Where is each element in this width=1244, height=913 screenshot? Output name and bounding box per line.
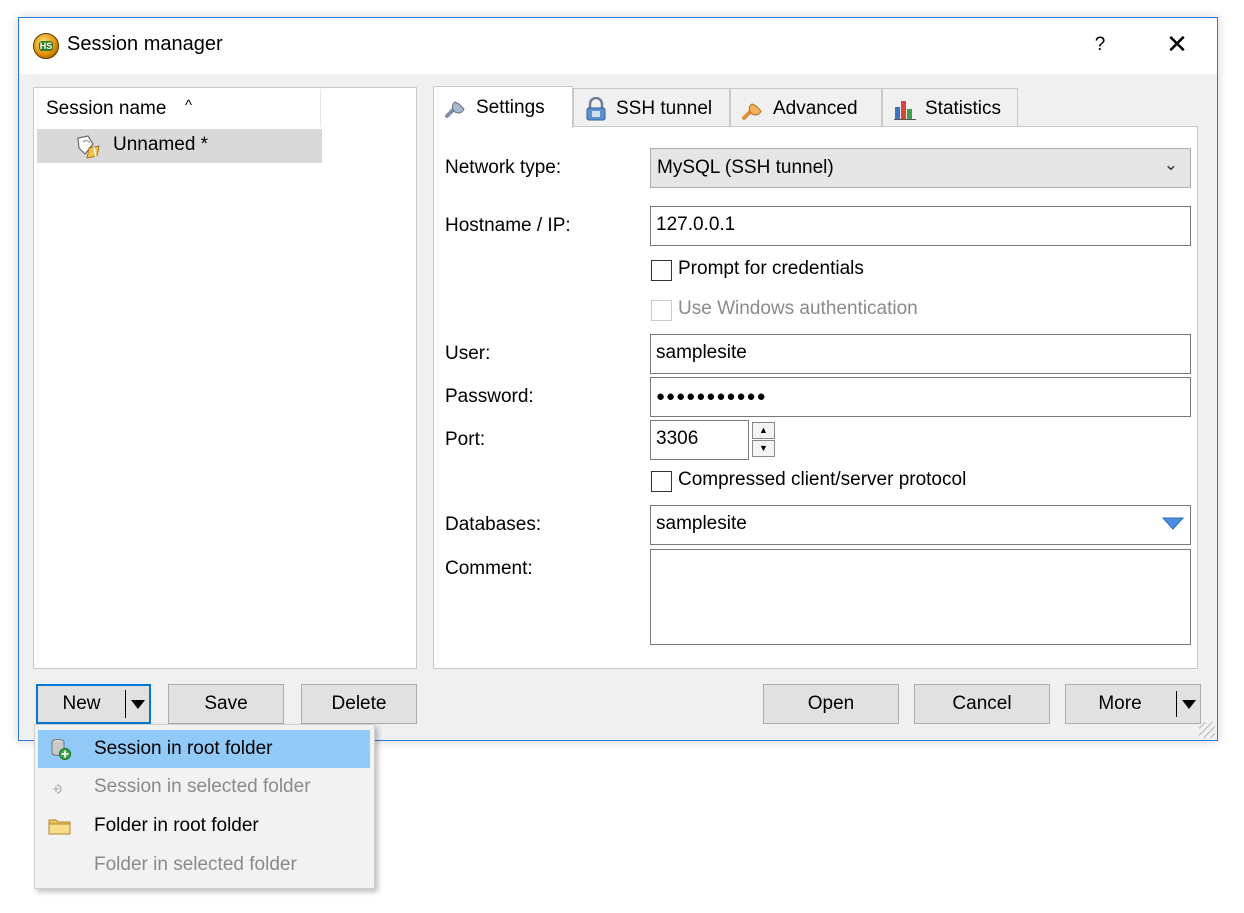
- tab-label: Advanced: [773, 98, 858, 119]
- window-title: Session manager: [67, 33, 223, 55]
- tab-statistics[interactable]: Statistics: [882, 88, 1018, 126]
- split-divider: [125, 690, 126, 718]
- user-label: User:: [445, 343, 491, 364]
- session-item-label: Unnamed *: [113, 134, 209, 155]
- new-session-folder-icon: [53, 784, 62, 794]
- save-button[interactable]: Save: [168, 684, 284, 724]
- new-button[interactable]: New: [36, 684, 151, 724]
- tab-label: SSH tunnel: [616, 98, 713, 119]
- comment-textarea[interactable]: [650, 549, 1191, 645]
- tab-settings[interactable]: Settings: [433, 86, 573, 128]
- folder-icon: [48, 819, 71, 835]
- hostname-input[interactable]: 127.0.0.1: [650, 206, 1191, 246]
- network-type-label: Network type:: [445, 157, 562, 178]
- app-logo-icon: HS: [33, 33, 59, 59]
- tab-ssh-tunnel[interactable]: SSH tunnel: [573, 88, 730, 126]
- menu-item-label: Session in root folder: [94, 738, 273, 759]
- close-button[interactable]: ✕: [1157, 18, 1197, 74]
- menu-item-session-selected: Session in selected folder: [38, 768, 370, 806]
- tab-label: Settings: [476, 97, 545, 118]
- sort-ascending-icon: ^: [185, 97, 193, 114]
- checkbox-box[interactable]: [651, 471, 672, 492]
- user-input[interactable]: samplesite: [650, 334, 1191, 374]
- menu-item-label: Folder in selected folder: [94, 854, 297, 875]
- new-button-label: New: [62, 693, 101, 714]
- session-item-unnamed[interactable]: Unnamed *: [37, 129, 322, 163]
- title-bar[interactable]: HS Session manager ? ✕: [19, 18, 1217, 74]
- session-icon: [77, 135, 100, 159]
- dropdown-arrow-icon[interactable]: [1162, 517, 1184, 531]
- password-label: Password:: [445, 386, 534, 407]
- compressed-protocol-label: Compressed client/server protocol: [678, 469, 967, 490]
- menu-item-folder-root[interactable]: Folder in root folder: [38, 807, 370, 845]
- checkbox-box[interactable]: [651, 260, 672, 281]
- wrench-icon: [445, 101, 465, 118]
- checkbox-box: [651, 300, 672, 321]
- network-type-value: MySQL (SSH tunnel): [657, 157, 834, 178]
- menu-item-label: Folder in root folder: [94, 815, 259, 836]
- session-tree[interactable]: Session name ^ Unnamed *: [33, 87, 417, 669]
- new-dropdown-menu: Session in root folder Session in select…: [34, 724, 375, 889]
- wrench-icon: [742, 103, 762, 120]
- bar-chart-icon: [894, 101, 916, 120]
- tab-label: Statistics: [925, 98, 1002, 119]
- menu-item-session-root[interactable]: Session in root folder: [38, 730, 370, 768]
- new-session-icon: [51, 739, 71, 760]
- resize-grip[interactable]: [1199, 722, 1215, 738]
- session-manager-window: HS Session manager ? ✕ Session name ^ Un…: [18, 17, 1218, 741]
- databases-label: Databases:: [445, 514, 542, 535]
- port-increment-button[interactable]: ▲: [752, 422, 775, 439]
- databases-value: samplesite: [656, 513, 747, 534]
- help-button[interactable]: ?: [1080, 18, 1120, 74]
- prompt-credentials-label: Prompt for credentials: [678, 258, 864, 279]
- dropdown-arrow-icon[interactable]: [131, 700, 145, 709]
- more-button[interactable]: More: [1065, 684, 1201, 724]
- port-input[interactable]: 3306: [650, 420, 749, 460]
- delete-button[interactable]: Delete: [301, 684, 417, 724]
- port-decrement-button[interactable]: ▼: [752, 440, 775, 457]
- cancel-button[interactable]: Cancel: [914, 684, 1050, 724]
- menu-item-folder-selected: Folder in selected folder: [38, 846, 370, 884]
- port-label: Port:: [445, 429, 486, 450]
- more-button-label: More: [1098, 693, 1142, 714]
- lock-icon: [586, 97, 606, 121]
- comment-label: Comment:: [445, 558, 533, 579]
- windows-auth-label: Use Windows authentication: [678, 298, 918, 319]
- column-header-session-name[interactable]: Session name ^: [35, 89, 321, 127]
- chevron-down-icon: ⌄: [1163, 155, 1178, 174]
- menu-item-label: Session in selected folder: [94, 776, 311, 797]
- open-button[interactable]: Open: [763, 684, 899, 724]
- dropdown-arrow-icon[interactable]: [1182, 700, 1196, 709]
- password-input[interactable]: ●●●●●●●●●●●: [650, 377, 1191, 417]
- databases-input[interactable]: samplesite: [650, 505, 1191, 545]
- column-header-label: Session name: [46, 98, 167, 119]
- tab-advanced[interactable]: Advanced: [730, 88, 882, 126]
- split-divider: [1176, 691, 1177, 717]
- hostname-label: Hostname / IP:: [445, 215, 571, 236]
- network-type-select[interactable]: MySQL (SSH tunnel) ⌄: [650, 148, 1191, 188]
